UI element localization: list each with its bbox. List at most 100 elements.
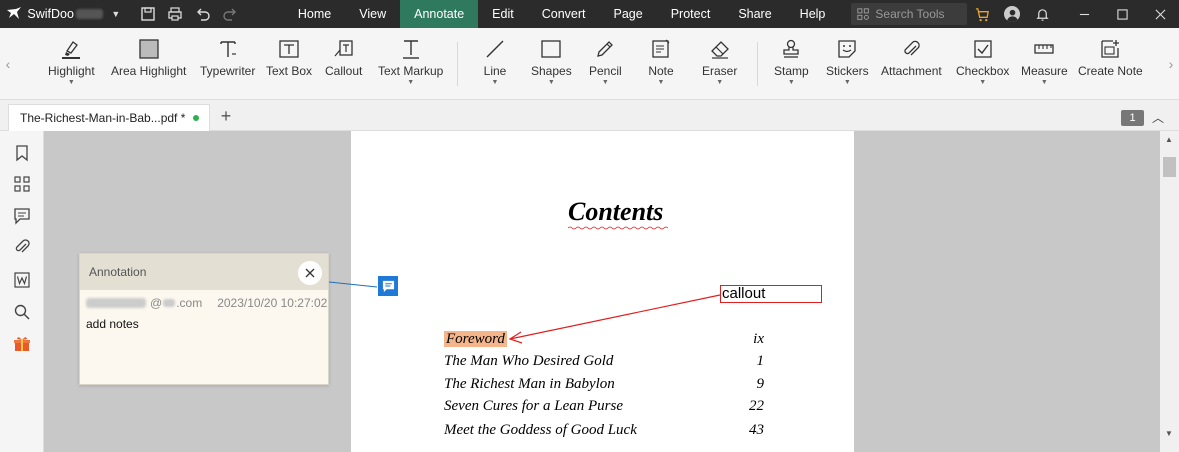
tool-measure[interactable]: Measure ▼ (1021, 36, 1068, 86)
scroll-down-icon[interactable]: ▼ (1165, 429, 1173, 438)
vertical-scrollbar[interactable]: ▲ ▼ (1160, 131, 1179, 452)
unsaved-indicator-dot (193, 115, 200, 121)
account-avatar-icon[interactable] (997, 0, 1027, 28)
tool-eraser[interactable]: Eraser ▼ (702, 36, 737, 86)
search-icon[interactable] (12, 302, 32, 322)
tool-text-box[interactable]: Text Box (266, 36, 312, 78)
maximize-icon[interactable] (1103, 0, 1141, 28)
tool-stamp[interactable]: Stamp ▼ (774, 36, 809, 86)
document-tab-title: The-Richest-Man-in-Bab...pdf * (20, 111, 186, 125)
main-menu: Home View Annotate Edit Convert Page Pro… (284, 0, 839, 28)
pencil-chevron-down-icon[interactable]: ▼ (602, 79, 609, 86)
toc-page-number: ix (753, 331, 764, 347)
attachments-paperclip-icon[interactable] (12, 237, 32, 257)
annotation-note-text[interactable]: add notes (86, 317, 139, 331)
tool-checkbox[interactable]: Checkbox ▼ (956, 36, 1009, 86)
comments-icon[interactable] (12, 206, 32, 226)
search-tools-input[interactable]: Search Tools (851, 3, 968, 25)
area-highlight-icon (136, 36, 162, 62)
notification-bell-icon[interactable] (1027, 0, 1057, 28)
text-markup-icon (398, 36, 424, 62)
highlight-chevron-down-icon[interactable]: ▼ (68, 79, 75, 86)
tool-note[interactable]: Note ▼ (648, 36, 674, 86)
checkbox-icon (970, 36, 996, 62)
tool-pencil[interactable]: Pencil ▼ (589, 36, 622, 86)
scrollbar-thumb[interactable] (1163, 157, 1176, 177)
scroll-up-icon[interactable]: ▲ (1165, 135, 1173, 144)
tool-text-markup[interactable]: Text Markup ▼ (378, 36, 443, 86)
toc-row: Seven Cures for a Lean Purse 22 (444, 398, 764, 415)
stickers-icon (834, 36, 860, 62)
tool-typewriter[interactable]: Typewriter (200, 36, 255, 78)
minimize-icon[interactable] (1065, 0, 1103, 28)
measure-chevron-down-icon[interactable]: ▼ (1041, 79, 1048, 86)
menu-annotate[interactable]: Annotate (400, 0, 479, 28)
document-tab[interactable]: The-Richest-Man-in-Bab...pdf * (8, 104, 210, 131)
bookmark-icon[interactable] (12, 143, 32, 163)
stamp-icon (778, 36, 804, 62)
measure-icon (1031, 36, 1057, 62)
menu-view[interactable]: View (345, 0, 400, 28)
shapes-chevron-down-icon[interactable]: ▼ (548, 79, 555, 86)
menu-home[interactable]: Home (284, 0, 345, 28)
note-icon (648, 36, 674, 62)
toc-title: The Richest Man in Babylon (444, 376, 615, 392)
toc-page-number: 43 (749, 422, 764, 438)
annotation-close-button[interactable] (298, 261, 322, 285)
tool-shapes[interactable]: Shapes ▼ (531, 36, 572, 86)
redo-icon[interactable] (217, 0, 244, 28)
author-domain: .com (176, 296, 203, 310)
author-at: @ (150, 296, 163, 310)
word-count-icon[interactable] (12, 270, 32, 290)
tool-line[interactable]: Line ▼ (482, 36, 508, 86)
tool-attachment[interactable]: Attachment (881, 36, 942, 78)
annotation-timestamp: 2023/10/20 10:27:02 (217, 296, 328, 310)
checkbox-chevron-down-icon[interactable]: ▼ (979, 79, 986, 86)
ribbon-scroll-left-icon[interactable]: ‹ (0, 28, 16, 100)
undo-icon[interactable] (189, 0, 216, 28)
tool-create-note[interactable]: Create Note (1078, 36, 1143, 78)
callout-annotation[interactable]: callout (720, 285, 822, 303)
tool-callout[interactable]: Callout (325, 36, 362, 78)
eraser-chevron-down-icon[interactable]: ▼ (716, 79, 723, 86)
note-annotation-icon[interactable] (378, 276, 398, 296)
stamp-chevron-down-icon[interactable]: ▼ (788, 79, 795, 86)
menu-page[interactable]: Page (600, 0, 657, 28)
menu-protect[interactable]: Protect (657, 0, 725, 28)
tool-area-highlight[interactable]: Area Highlight (111, 36, 186, 78)
cart-icon[interactable] (967, 0, 997, 28)
close-window-icon[interactable] (1141, 0, 1179, 28)
toc-page-number: 1 (756, 353, 765, 369)
menu-share[interactable]: Share (724, 0, 785, 28)
app-name[interactable]: SwifDoo (27, 7, 74, 21)
stickers-chevron-down-icon[interactable]: ▼ (844, 79, 851, 86)
menu-convert[interactable]: Convert (528, 0, 600, 28)
tool-stickers[interactable]: Stickers ▼ (826, 36, 869, 86)
thumbnails-icon[interactable] (12, 174, 32, 194)
ribbon-scroll-right-icon[interactable]: › (1163, 28, 1179, 100)
menu-help[interactable]: Help (786, 0, 840, 28)
add-tab-button[interactable]: + (216, 104, 236, 128)
shapes-icon (538, 36, 564, 62)
document-tab-bar: The-Richest-Man-in-Bab...pdf * + 1 ︿ (0, 100, 1179, 131)
gift-icon[interactable] (12, 334, 32, 354)
toc-row: Foreword ix (444, 331, 764, 348)
spellcheck-underline (568, 226, 668, 230)
collapse-ribbon-chevron-up-icon[interactable]: ︿ (1152, 109, 1164, 126)
app-menu-chevron-down-icon[interactable]: ▼ (111, 9, 120, 19)
toc-title: Seven Cures for a Lean Purse (444, 398, 624, 414)
annotation-popup-title: Annotation (89, 265, 147, 279)
save-icon[interactable] (134, 0, 161, 28)
menu-edit[interactable]: Edit (478, 0, 528, 28)
annotation-popup-header: Annotation (80, 254, 328, 290)
toc-title: Meet the Goddess of Good Luck (444, 422, 637, 438)
text-markup-chevron-down-icon[interactable]: ▼ (407, 79, 414, 86)
line-chevron-down-icon[interactable]: ▼ (492, 79, 499, 86)
ribbon-separator (457, 42, 458, 86)
highlighted-toc-title[interactable]: Foreword (444, 331, 507, 347)
annotation-popup[interactable]: Annotation @ .com 2023/10/20 10:27:02 ad… (79, 253, 329, 385)
tool-highlight[interactable]: Highlight ▼ (48, 36, 95, 86)
note-chevron-down-icon[interactable]: ▼ (658, 79, 665, 86)
author-name-blurred (86, 298, 146, 308)
print-icon[interactable] (162, 0, 189, 28)
